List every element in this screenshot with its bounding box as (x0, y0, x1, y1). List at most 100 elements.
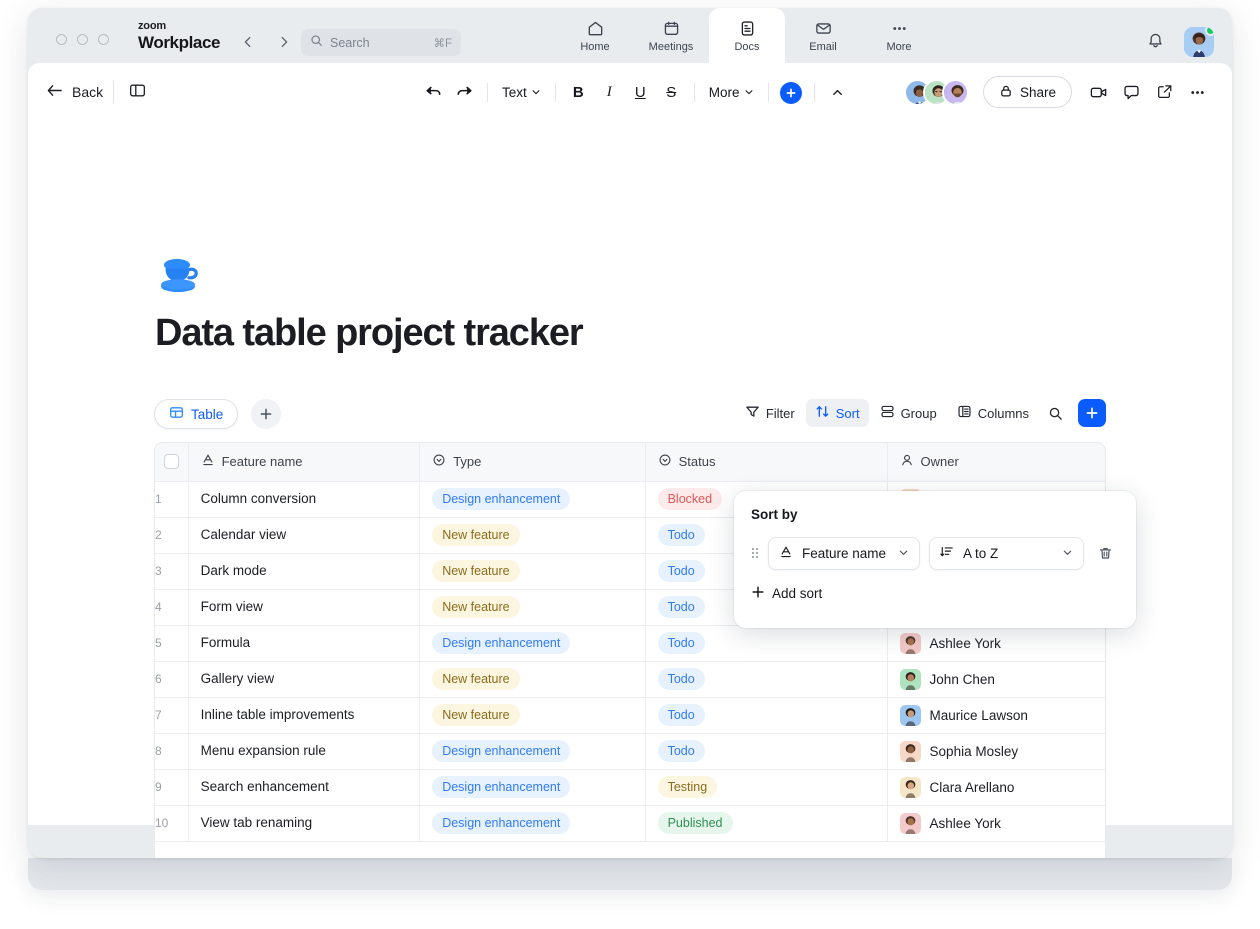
cell-feature-name[interactable]: Calendar view (188, 517, 420, 553)
cell-owner[interactable]: Clara Arellano (887, 769, 1106, 805)
cell-type[interactable]: New feature (420, 517, 645, 553)
more-format-dropdown[interactable]: More (702, 80, 761, 105)
table-row[interactable]: 7Inline table improvementsNew featureTod… (155, 697, 1106, 733)
cell-status[interactable]: Published (645, 805, 887, 841)
strikethrough-button[interactable]: S (656, 80, 687, 105)
cell-feature-name[interactable]: Column conversion (188, 481, 420, 517)
collaborator-avatars[interactable] (904, 79, 969, 106)
cell-feature-name[interactable]: Inline table improvements (188, 697, 420, 733)
column-header-type[interactable]: Type (420, 443, 645, 481)
app-tab-home[interactable]: Home (557, 8, 633, 63)
row-number: 6 (155, 661, 188, 697)
back-button[interactable]: Back (46, 80, 103, 104)
view-tab-table[interactable]: Table (154, 399, 238, 429)
row-number: 10 (155, 805, 188, 841)
cell-status[interactable]: Todo (645, 733, 887, 769)
app-tab-email[interactable]: Email (785, 8, 861, 63)
sort-field-select[interactable]: Feature name (768, 537, 920, 570)
video-icon[interactable] (1082, 77, 1115, 107)
cell-feature-name[interactable]: Search enhancement (188, 769, 420, 805)
app-tab-meetings[interactable]: Meetings (633, 8, 709, 63)
ellipsis-icon[interactable] (1181, 77, 1214, 107)
cell-type[interactable]: New feature (420, 697, 645, 733)
add-row-button[interactable] (155, 842, 1105, 859)
redo-icon[interactable] (449, 80, 480, 105)
drag-handle-icon[interactable] (751, 546, 759, 562)
window-traffic-lights[interactable] (56, 34, 109, 45)
cell-type[interactable]: Design enhancement (420, 769, 645, 805)
cell-type[interactable]: New feature (420, 589, 645, 625)
cell-status[interactable]: Todo (645, 625, 887, 661)
cell-owner[interactable]: Sophia Mosley (887, 733, 1106, 769)
group-button[interactable]: Group (871, 399, 946, 427)
columns-button[interactable]: Columns (948, 399, 1038, 427)
cell-feature-name[interactable]: Gallery view (188, 661, 420, 697)
cell-status[interactable]: Testing (645, 769, 887, 805)
add-sort-button[interactable]: Add sort (751, 585, 1119, 602)
cell-owner[interactable]: Ashlee York (887, 805, 1106, 841)
table-row[interactable]: 6Gallery viewNew featureTodoJohn ChenP0 (155, 661, 1106, 697)
cell-feature-name[interactable]: Form view (188, 589, 420, 625)
document-toolbar: Back Text (28, 63, 1232, 120)
column-header-status[interactable]: Status (645, 443, 887, 481)
cell-feature-name[interactable]: Dark mode (188, 553, 420, 589)
nav-forward-button[interactable] (274, 32, 294, 52)
table-row[interactable]: 9Search enhancementDesign enhancementTes… (155, 769, 1106, 805)
cell-type[interactable]: Design enhancement (420, 481, 645, 517)
add-record-button[interactable] (1078, 399, 1106, 427)
nav-back-button[interactable] (238, 32, 258, 52)
filter-button[interactable]: Filter (736, 399, 804, 427)
comment-icon[interactable] (1115, 77, 1148, 107)
table-row[interactable]: 5FormulaDesign enhancementTodoAshlee Yor… (155, 625, 1106, 661)
cell-type[interactable]: Design enhancement (420, 805, 645, 841)
app-tab-meetings-label: Meetings (649, 41, 694, 53)
app-tab-more[interactable]: More (861, 8, 937, 63)
undo-icon[interactable] (418, 80, 449, 105)
panel-toggle-icon[interactable] (128, 81, 147, 105)
table-row[interactable]: 8Menu expansion ruleDesign enhancementTo… (155, 733, 1106, 769)
collaborator-avatar[interactable] (942, 79, 969, 106)
cell-feature-name[interactable]: Formula (188, 625, 420, 661)
cell-type[interactable]: Design enhancement (420, 733, 645, 769)
cell-status[interactable]: Todo (645, 661, 887, 697)
minimize-window-button[interactable] (77, 34, 88, 45)
underline-button[interactable]: U (625, 80, 656, 105)
cell-owner[interactable]: John Chen (887, 661, 1106, 697)
cell-feature-name[interactable]: View tab renaming (188, 805, 420, 841)
column-header-owner[interactable]: Owner (887, 443, 1106, 481)
search-icon[interactable] (1040, 399, 1070, 427)
cell-type[interactable]: New feature (420, 661, 645, 697)
app-tab-docs[interactable]: Docs (709, 8, 785, 63)
column-header-feature-name[interactable]: Feature name (188, 443, 420, 481)
trash-icon[interactable] (1093, 546, 1117, 561)
share-button[interactable]: Share (983, 76, 1072, 108)
add-view-button[interactable] (251, 399, 281, 429)
italic-button[interactable]: I (594, 80, 625, 105)
bold-button[interactable]: B (563, 80, 594, 105)
sort-button[interactable]: Sort (806, 399, 869, 427)
cell-status[interactable]: Todo (645, 697, 887, 733)
search-input[interactable]: Search ⌘F (301, 29, 461, 56)
sort-direction-select[interactable]: A to Z (929, 537, 1084, 570)
cell-type[interactable]: Design enhancement (420, 625, 645, 661)
table-row[interactable]: 10View tab renamingDesign enhancementPub… (155, 805, 1106, 841)
select-all-cell[interactable] (155, 443, 188, 481)
share-external-icon[interactable] (1148, 77, 1181, 107)
cell-feature-name[interactable]: Menu expansion rule (188, 733, 420, 769)
select-all-checkbox[interactable] (164, 454, 179, 469)
sort-popover: Sort by Feature name (734, 491, 1136, 628)
plus-circle-icon (780, 82, 802, 104)
cell-owner[interactable]: Maurice Lawson (887, 697, 1106, 733)
row-number: 8 (155, 733, 188, 769)
chevron-up-icon[interactable] (822, 80, 853, 105)
bell-icon[interactable] (1146, 31, 1165, 55)
maximize-window-button[interactable] (98, 34, 109, 45)
text-style-dropdown[interactable]: Text (495, 80, 548, 105)
cell-owner[interactable]: Ashlee York (887, 625, 1106, 661)
cell-type[interactable]: New feature (420, 553, 645, 589)
page-title[interactable]: Data table project tracker (155, 312, 583, 355)
coffee-cup-icon[interactable] (156, 255, 202, 302)
insert-block-button[interactable] (776, 80, 807, 105)
close-window-button[interactable] (56, 34, 67, 45)
avatar[interactable] (1184, 27, 1214, 57)
